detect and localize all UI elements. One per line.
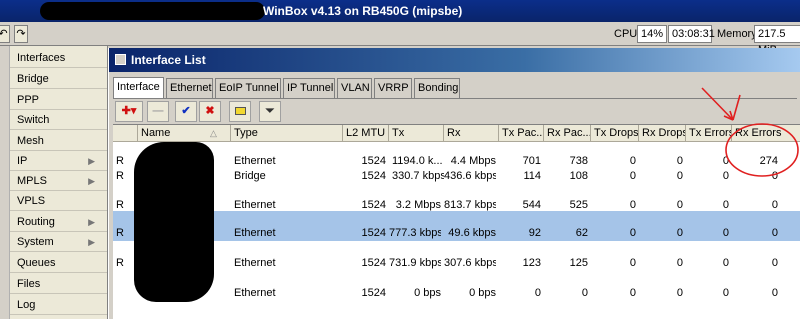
window-title: Interface List (131, 53, 206, 67)
sidebar-item-label: Queues (17, 257, 56, 269)
filter-funnel-icon[interactable]: ⏷ (259, 101, 281, 122)
sidebar-item-label: IP (17, 155, 28, 167)
tab-vlan[interactable]: VLAN (337, 78, 372, 98)
table-row-selected[interactable]: R Ethernet 1524 777.3 kbps 49.6 kbps 92 … (113, 226, 800, 241)
sidebar-item-label: Files (17, 278, 41, 290)
submenu-arrow-icon: ▶ (88, 237, 95, 247)
column-header-tx-packets[interactable]: Tx Pac... (499, 125, 544, 142)
comment-button[interactable] (229, 101, 251, 122)
tab-divider (113, 98, 797, 99)
uptime-value: 03:08:31 (668, 25, 715, 43)
sidebar-item-bridge[interactable]: Bridge (10, 69, 107, 89)
column-header-rx-drops[interactable]: Rx Drops (639, 125, 686, 142)
table-row[interactable]: Ethernet 1524 0 bps 0 bps 0 0 0 0 0 0 (113, 286, 800, 301)
interface-table: Name △ Type L2 MTU Tx Rx Tx Pac... Rx Pac… (113, 124, 800, 319)
sidebar-item-label: Interfaces (17, 52, 66, 64)
tab-bonding[interactable]: Bonding (414, 78, 460, 98)
main-toolbar: ↶ ↷ CPU: 14% 03:08:31 Memory: 217.5 MiB (0, 22, 800, 56)
window-title-bar[interactable]: Interface List (109, 48, 800, 72)
sidebar-item-label: PPP (17, 94, 40, 106)
sidebar-item-label: Mesh (17, 135, 44, 147)
redacted-names-scribble (134, 142, 214, 302)
column-header-rx-packets[interactable]: Rx Pac... (544, 125, 591, 142)
column-header-name[interactable]: Name △ (138, 125, 231, 142)
redo-button[interactable]: ↷ (14, 25, 28, 43)
sidebar-item-files[interactable]: Files (10, 274, 107, 294)
flag-column-header[interactable] (113, 125, 138, 142)
column-header-l2mtu[interactable]: L2 MTU (343, 125, 389, 142)
sidebar-item-routing[interactable]: Routing ▶ (10, 212, 107, 232)
table-row[interactable]: R Bridge 1524 330.7 kbps 436.6 kbps 114 … (113, 169, 800, 184)
tab-ip-tunnel[interactable]: IP Tunnel (283, 78, 335, 98)
submenu-arrow-icon: ▶ (88, 176, 95, 186)
sidebar-item-switch[interactable]: Switch (10, 110, 107, 130)
tab-interface[interactable]: Interface (113, 77, 164, 99)
column-header-rx-errors[interactable]: Rx Errors (732, 125, 800, 142)
enable-check-icon[interactable]: ✔ (175, 101, 197, 122)
sidebar-item-label: MPLS (17, 175, 47, 187)
submenu-arrow-icon: ▶ (88, 156, 95, 166)
table-row[interactable]: R Ethernet 1524 1194.0 k... 4.4 Mbps 701… (113, 154, 800, 169)
window-icon (115, 54, 126, 65)
redacted-scribble (40, 2, 265, 20)
tab-eoip-tunnel[interactable]: EoIP Tunnel (215, 78, 281, 98)
sidebar-item-system[interactable]: System ▶ (10, 232, 107, 252)
sidebar-item-mpls[interactable]: MPLS ▶ (10, 171, 107, 191)
table-row[interactable]: R Ethernet 1524 731.9 kbps 307.6 kbps 12… (113, 256, 800, 271)
sort-indicator-icon: △ (210, 128, 217, 138)
column-header-tx-errors[interactable]: Tx Errors (686, 125, 732, 142)
submenu-arrow-icon: ▶ (88, 217, 95, 227)
add-button[interactable]: ✚▾ (115, 101, 143, 122)
app-title-bar: WinBox v4.13 on RB450G (mipsbe) (0, 0, 800, 22)
sidebar-item-log[interactable]: Log (10, 295, 107, 315)
sidebar-item-queues[interactable]: Queues (10, 253, 107, 273)
tab-ethernet[interactable]: Ethernet (166, 78, 213, 98)
cpu-value: 14% (637, 25, 667, 43)
column-header-tx[interactable]: Tx (389, 125, 444, 142)
sidebar-item-mesh[interactable]: Mesh (10, 131, 107, 151)
sidebar-item-label: System (17, 236, 54, 248)
sidebar-item-ip[interactable]: IP ▶ (10, 151, 107, 171)
app-title: WinBox v4.13 on RB450G (mipsbe) (263, 4, 463, 18)
sidebar-item-label: Routing (17, 216, 55, 228)
sidebar-item-label: Switch (17, 114, 50, 126)
sidebar-item-interfaces[interactable]: Interfaces (10, 48, 107, 68)
table-header: Name △ Type L2 MTU Tx Rx Tx Pac... Rx Pac… (113, 125, 800, 142)
sidebar-strip (0, 46, 10, 319)
sidebar-item-ppp[interactable]: PPP (10, 90, 107, 110)
sidebar-item-vpls[interactable]: VPLS (10, 191, 107, 211)
undo-button[interactable]: ↶ (0, 25, 10, 43)
disable-x-icon[interactable]: ✖ (199, 101, 221, 122)
column-header-rx[interactable]: Rx (444, 125, 499, 142)
column-header-type[interactable]: Type (231, 125, 343, 142)
table-row-separator[interactable] (113, 211, 800, 226)
tab-vrrp[interactable]: VRRP (374, 78, 412, 98)
remove-button[interactable]: — (147, 101, 169, 122)
memory-value: 217.5 MiB (754, 25, 800, 56)
sidebar-item-label: Log (17, 299, 36, 311)
sidebar-item-label: VPLS (17, 195, 46, 207)
sidebar-item-label: Bridge (17, 73, 49, 85)
column-header-tx-drops[interactable]: Tx Drops (591, 125, 639, 142)
comment-icon (234, 107, 246, 115)
